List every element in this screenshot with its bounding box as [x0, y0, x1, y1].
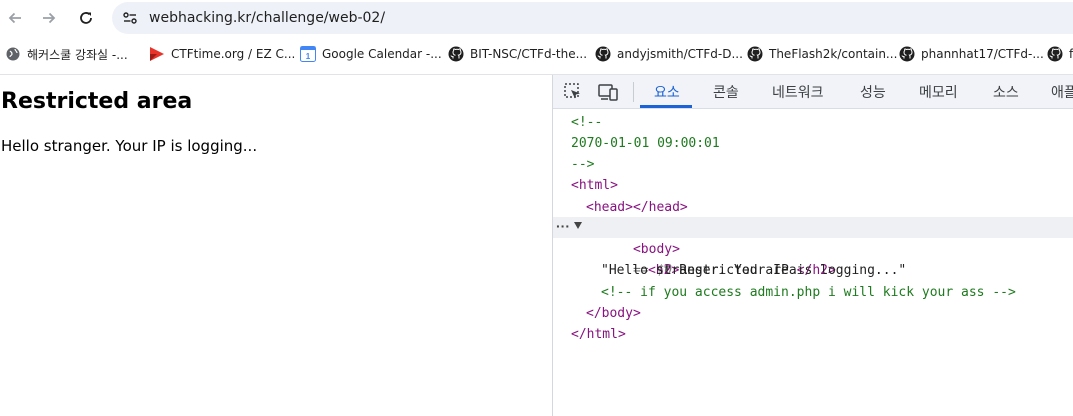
- tab-application[interactable]: 애플: [1051, 82, 1073, 102]
- dom-node-head[interactable]: <head></head>: [586, 197, 688, 218]
- bookmark-item[interactable]: TheFlash2k/contain...: [747, 45, 897, 63]
- bookmark-item[interactable]: phannhat17/CTFd-...: [899, 45, 1044, 63]
- dom-node-html[interactable]: <html>: [571, 175, 618, 196]
- bookmark-item[interactable]: andyjsmith/CTFd-D...: [595, 45, 743, 63]
- tab-memory[interactable]: 메모리: [919, 82, 958, 102]
- reload-button[interactable]: [75, 7, 97, 29]
- arrow-right-icon: [43, 12, 56, 24]
- svg-text:1: 1: [306, 52, 311, 61]
- dom-node-body[interactable]: <body> == $0: [586, 218, 680, 278]
- inspect-cursor-icon: [564, 83, 580, 99]
- browser-toolbar: webhacking.kr/challenge/web-02/: [0, 0, 1073, 36]
- arrow-left-icon: [8, 12, 21, 24]
- dom-text-node[interactable]: "Hello stranger. Your IP is logging...": [601, 260, 906, 281]
- google-calendar-icon: 1: [300, 46, 316, 62]
- dom-node-comment-date[interactable]: 2070-01-01 09:00:01: [571, 133, 720, 154]
- github-icon: [595, 46, 611, 62]
- node-menu-dots-icon[interactable]: ···: [556, 217, 570, 238]
- dom-node-comment-open[interactable]: <!--: [571, 112, 602, 133]
- dom-node-hidden-comment[interactable]: <!-- if you access admin.php i will kick…: [601, 282, 1016, 303]
- github-icon: [448, 46, 464, 62]
- bookmark-item[interactable]: f: [1047, 45, 1073, 63]
- tab-performance[interactable]: 성능: [860, 82, 886, 102]
- inspect-element-button[interactable]: [562, 81, 584, 103]
- devtools-toolbar: 요소 콘솔 네트워크 성능 메모리 소스 애플: [553, 75, 1073, 109]
- address-bar[interactable]: webhacking.kr/challenge/web-02/: [112, 2, 1073, 34]
- dom-node-html-close[interactable]: </html>: [571, 324, 626, 345]
- dom-node-h2[interactable]: <h2>Restricted area</h2>: [601, 239, 836, 278]
- back-button[interactable]: [4, 7, 26, 29]
- device-mode-icon: [598, 84, 618, 101]
- device-toolbar-button[interactable]: [597, 81, 619, 103]
- devtools-panel: 요소 콘솔 네트워크 성능 메모리 소스 애플 <!-- 2070-01-01 …: [552, 75, 1073, 416]
- github-icon: [747, 46, 763, 62]
- active-tab-indicator: [640, 105, 692, 108]
- bookmark-item[interactable]: 1 Google Calendar -...: [300, 45, 442, 63]
- page-paragraph: Hello stranger. Your IP is logging...: [1, 137, 258, 155]
- tab-elements[interactable]: 요소: [654, 82, 680, 102]
- bookmark-item[interactable]: CTFtime.org / EZ C...: [149, 45, 295, 63]
- page-heading: Restricted area: [1, 89, 193, 114]
- bookmark-item[interactable]: 해커스쿨 강좌실 -...: [5, 45, 128, 63]
- page-content: Restricted area Hello stranger. Your IP …: [0, 75, 552, 416]
- url-text[interactable]: webhacking.kr/challenge/web-02/: [149, 10, 385, 26]
- tab-network[interactable]: 네트워크: [772, 82, 824, 102]
- ctftime-flag-icon: [149, 46, 165, 62]
- github-icon: [1047, 46, 1063, 62]
- site-settings-icon[interactable]: [122, 10, 138, 26]
- dom-node-comment-close[interactable]: -->: [571, 154, 594, 175]
- github-icon: [899, 46, 915, 62]
- bookmarks-bar: 해커스쿨 강좌실 -... CTFtime.org / EZ C... 1 Go…: [0, 40, 1073, 68]
- expand-triangle-icon[interactable]: [574, 222, 582, 229]
- reload-icon: [80, 12, 92, 24]
- forward-button[interactable]: [38, 7, 60, 29]
- dom-node-body-close[interactable]: </body>: [586, 303, 641, 324]
- tab-console[interactable]: 콘솔: [713, 82, 739, 102]
- globe-icon: [5, 46, 21, 62]
- bookmark-item[interactable]: BIT-NSC/CTFd-the...: [448, 45, 587, 63]
- toolbar-separator: [633, 82, 634, 102]
- tab-sources[interactable]: 소스: [993, 82, 1019, 102]
